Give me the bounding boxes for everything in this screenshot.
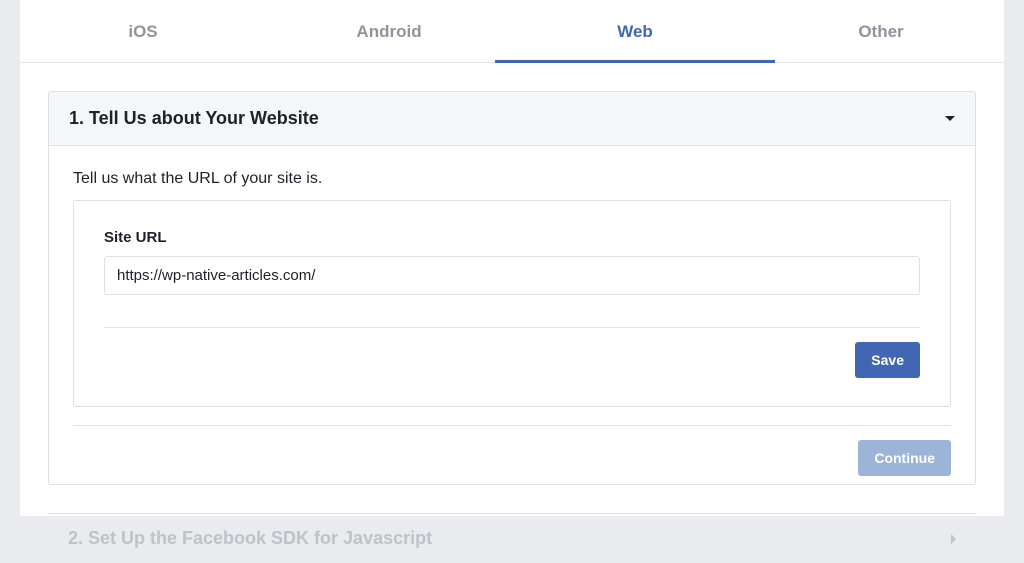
site-url-input[interactable] bbox=[104, 256, 920, 295]
save-row: Save bbox=[104, 328, 920, 386]
main-container: iOS Android Web Other 1. Tell Us about Y… bbox=[20, 0, 1004, 516]
tab-ios[interactable]: iOS bbox=[20, 0, 266, 62]
panel-website-info: 1. Tell Us about Your Website Tell us wh… bbox=[48, 91, 976, 485]
site-url-label: Site URL bbox=[104, 229, 920, 246]
chevron-down-icon bbox=[945, 116, 955, 121]
panel-title: 2. Set Up the Facebook SDK for Javascrip… bbox=[68, 528, 432, 549]
form-box: Site URL Save bbox=[73, 200, 951, 407]
continue-row: Continue bbox=[73, 426, 951, 484]
tab-web[interactable]: Web bbox=[512, 0, 758, 62]
panel-website-info-header[interactable]: 1. Tell Us about Your Website bbox=[49, 92, 975, 146]
panel-sdk-setup-header[interactable]: 2. Set Up the Facebook SDK for Javascrip… bbox=[48, 513, 976, 563]
continue-button[interactable]: Continue bbox=[858, 440, 951, 476]
save-button[interactable]: Save bbox=[855, 342, 920, 378]
panel-title: 1. Tell Us about Your Website bbox=[69, 108, 319, 129]
platform-tabs: iOS Android Web Other bbox=[20, 0, 1004, 63]
content-area: 1. Tell Us about Your Website Tell us wh… bbox=[20, 63, 1004, 563]
tab-other[interactable]: Other bbox=[758, 0, 1004, 62]
tab-android[interactable]: Android bbox=[266, 0, 512, 62]
chevron-right-icon bbox=[951, 534, 956, 544]
panel-body: Tell us what the URL of your site is. Si… bbox=[49, 146, 975, 484]
prompt-text: Tell us what the URL of your site is. bbox=[73, 170, 951, 188]
